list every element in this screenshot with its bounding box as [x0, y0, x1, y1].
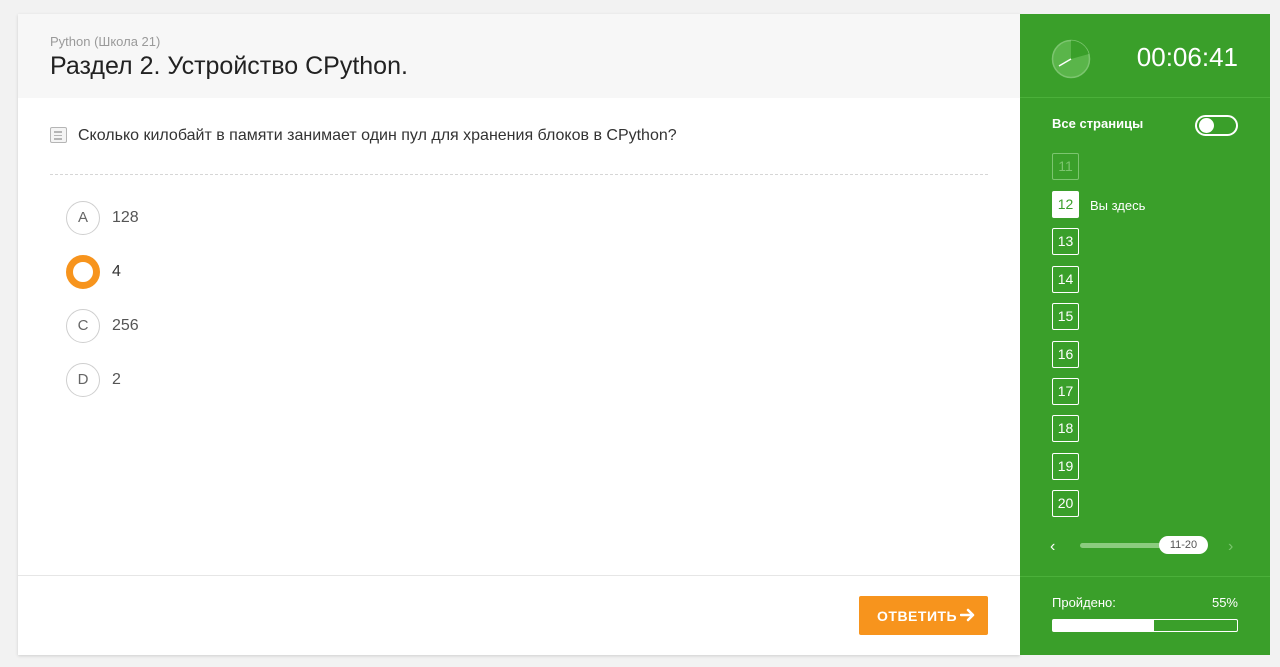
option-b-radio-selected[interactable]: [66, 255, 100, 289]
page-title: Раздел 2. Устройство CPython.: [50, 52, 408, 80]
current-page-label: Вы здесь: [1090, 198, 1146, 213]
timer-panel: 00:06:41: [1020, 14, 1270, 98]
passed-percent: 55%: [1211, 595, 1238, 610]
all-pages-label: Все страницы: [1052, 116, 1144, 131]
pager-next-icon[interactable]: ›: [1228, 538, 1233, 556]
sidebar-divider: [1020, 576, 1270, 577]
option-d[interactable]: D 2: [66, 363, 366, 397]
page-16[interactable]: 16: [1052, 341, 1079, 368]
page-header: Python (Школа 21) Раздел 2. Устройство C…: [18, 14, 1020, 98]
question-icon: [50, 127, 67, 143]
main-card: Python (Школа 21) Раздел 2. Устройство C…: [18, 14, 1020, 655]
answer-button-label: ОТВЕТИТЬ: [877, 608, 958, 624]
passed-label: Пройдено:: [1052, 595, 1116, 610]
progress-fill: [1053, 620, 1155, 631]
option-a-radio[interactable]: A: [66, 201, 100, 235]
question-divider: [50, 174, 988, 175]
option-a-text: 128: [112, 209, 139, 226]
page-11[interactable]: 11: [1052, 153, 1079, 180]
option-c[interactable]: C 256: [66, 309, 366, 343]
footer-divider: [18, 575, 1020, 576]
option-b[interactable]: 4: [66, 255, 366, 289]
option-d-radio[interactable]: D: [66, 363, 100, 397]
toggle-knob: [1199, 118, 1214, 133]
option-d-text: 2: [112, 371, 121, 388]
option-a[interactable]: A 128: [66, 201, 366, 235]
option-c-text: 256: [112, 317, 139, 334]
all-pages-toggle[interactable]: [1195, 115, 1238, 136]
page-14[interactable]: 14: [1052, 266, 1079, 293]
progress-bar: [1052, 619, 1238, 632]
sidebar: 00:06:41 Все страницы 11 12 Вы здесь 13 …: [1020, 14, 1270, 655]
page-15[interactable]: 15: [1052, 303, 1079, 330]
page-13[interactable]: 13: [1052, 228, 1079, 255]
pager-range[interactable]: 11-20: [1159, 536, 1208, 554]
page-17[interactable]: 17: [1052, 378, 1079, 405]
question-text: Сколько килобайт в памяти занимает один …: [78, 127, 677, 144]
page-20[interactable]: 20: [1052, 490, 1079, 517]
page-18[interactable]: 18: [1052, 415, 1079, 442]
page-12-current[interactable]: 12: [1052, 191, 1079, 218]
arrow-right-icon: [960, 608, 975, 622]
option-c-radio[interactable]: C: [66, 309, 100, 343]
pager-prev-icon[interactable]: ‹: [1050, 538, 1055, 556]
timer-value: 00:06:41: [1136, 42, 1238, 72]
page-19[interactable]: 19: [1052, 453, 1079, 480]
option-b-text: 4: [112, 263, 121, 280]
pie-timer-icon: [1051, 39, 1091, 79]
course-name: Python (Школа 21): [50, 34, 161, 49]
answer-button[interactable]: ОТВЕТИТЬ: [859, 596, 988, 635]
